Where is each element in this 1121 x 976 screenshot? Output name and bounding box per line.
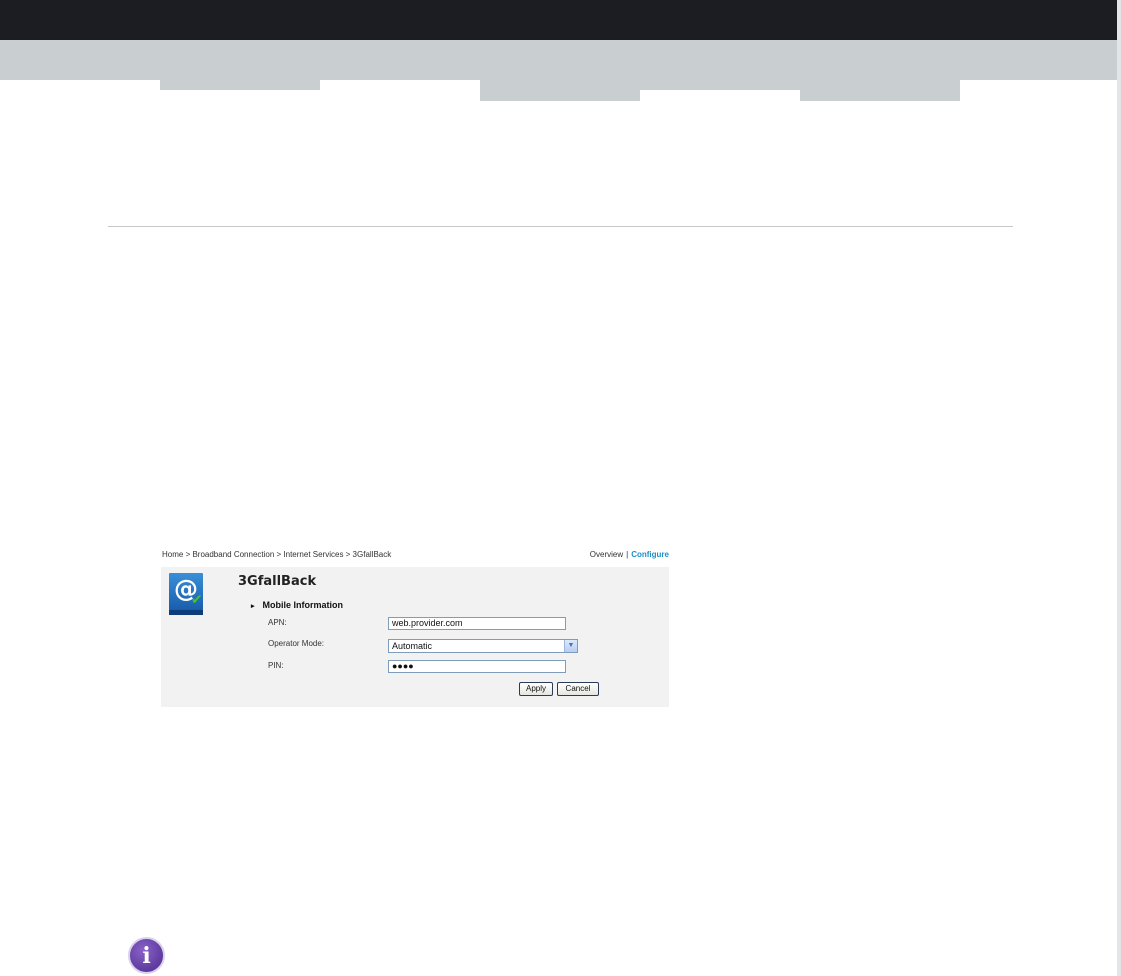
header-tab-4 xyxy=(800,80,960,101)
info-icon: i xyxy=(128,937,165,974)
config-panel: @ ✔ 3GfallBack ▸ Mobile Information APN: … xyxy=(161,567,669,707)
apply-button[interactable]: Apply xyxy=(519,682,553,696)
top-bar xyxy=(0,0,1121,40)
header-tab-2 xyxy=(480,80,640,101)
bullet-arrow-icon: ▸ xyxy=(251,603,255,610)
chevron-down-icon[interactable]: ▼ xyxy=(564,640,577,652)
cancel-button[interactable]: Cancel xyxy=(557,682,599,696)
apn-label: APN: xyxy=(268,618,287,627)
configure-link[interactable]: Configure xyxy=(631,550,669,559)
apn-input[interactable]: web.provider.com xyxy=(388,617,566,630)
operator-mode-label: Operator Mode: xyxy=(268,639,325,648)
mobile-information-heading: ▸ Mobile Information xyxy=(251,600,343,610)
pin-input[interactable]: ●●●● xyxy=(388,660,566,673)
page-title: 3GfallBack xyxy=(238,574,317,589)
horizontal-divider xyxy=(108,226,1013,227)
header-band xyxy=(0,40,1117,80)
operator-mode-select[interactable]: Automatic ▼ xyxy=(388,639,578,653)
pin-label: PIN: xyxy=(268,661,284,670)
header-tab-3 xyxy=(640,80,800,90)
router-config-screenshot: Home > Broadband Connection > Internet S… xyxy=(161,547,671,709)
overview-link[interactable]: Overview xyxy=(590,550,623,559)
subsection-title: Mobile Information xyxy=(262,600,344,610)
view-links: Overview | Configure xyxy=(590,550,669,559)
page-edge-strip xyxy=(1117,0,1121,976)
checkmark-icon: ✔ xyxy=(191,592,203,608)
breadcrumb: Home > Broadband Connection > Internet S… xyxy=(162,550,392,559)
header-tab-1 xyxy=(160,80,320,90)
at-sign-check-icon: @ ✔ xyxy=(169,573,203,615)
operator-mode-value: Automatic xyxy=(392,641,433,651)
view-links-separator: | xyxy=(626,550,629,559)
